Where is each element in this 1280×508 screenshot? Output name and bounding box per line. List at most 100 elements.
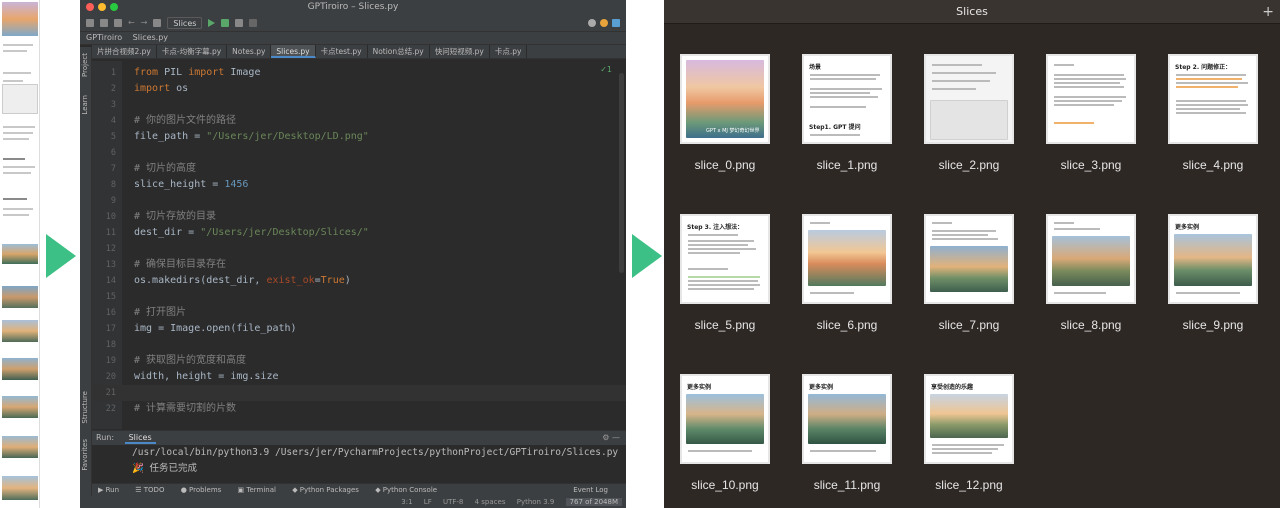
- back-icon[interactable]: ←: [128, 18, 135, 27]
- update-icon[interactable]: [600, 18, 608, 27]
- code-token: # 你的图片文件的路径: [134, 115, 237, 126]
- structure-tool-button[interactable]: Structure: [81, 391, 89, 424]
- code-line[interactable]: 22 # 计算需要切割的片数: [92, 401, 626, 417]
- file-name: slice_3.png: [1060, 158, 1122, 172]
- code-text: # 获取图片的宽度和高度: [134, 353, 246, 369]
- code-line[interactable]: 14 os.makedirs(dest_dir, exist_ok=True): [92, 273, 626, 289]
- code-line[interactable]: 18: [92, 337, 626, 353]
- code-line[interactable]: 12: [92, 241, 626, 257]
- run-tool-tab[interactable]: ▶ Run: [98, 486, 119, 494]
- indent-setting[interactable]: 4 spaces: [475, 498, 506, 506]
- settings-gear-icon[interactable]: ⚙ —: [602, 431, 620, 445]
- code-text: width, height = img.size: [134, 369, 279, 385]
- line-number: 11: [105, 228, 116, 238]
- code-line[interactable]: 20 width, height = img.size: [92, 369, 626, 385]
- code-editor[interactable]: 1 from PIL import Image 2 import os 3 4 # 你的图片…: [92, 61, 626, 429]
- file-thumbnail: [1046, 54, 1136, 144]
- debug-icon[interactable]: [221, 18, 230, 27]
- file-thumbnail: [1046, 214, 1136, 304]
- line-number: 20: [105, 372, 116, 382]
- save-icon[interactable]: [100, 18, 108, 27]
- line-number: 8: [110, 180, 116, 190]
- memory-indicator[interactable]: 767 of 2048M: [565, 498, 622, 506]
- code-line[interactable]: 5 file_path = "/Users/jer/Desktop/LD.png": [92, 129, 626, 145]
- python-console-tool-tab[interactable]: ◆ Python Console: [375, 486, 437, 494]
- code-line[interactable]: 6: [92, 145, 626, 161]
- tab-file[interactable]: 片拼合视频2.py: [92, 45, 157, 58]
- run-tab-slices[interactable]: Slices: [124, 433, 156, 444]
- code-line[interactable]: 10 # 切片存放的目录: [92, 209, 626, 225]
- breadcrumb-file[interactable]: Slices.py: [133, 33, 168, 42]
- code-line[interactable]: 16 # 打开图片: [92, 305, 626, 321]
- tab-file[interactable]: 卡点.py: [490, 45, 528, 58]
- code-line[interactable]: 4 # 你的图片文件的路径: [92, 113, 626, 129]
- stop-icon[interactable]: [249, 18, 258, 27]
- problems-tool-tab[interactable]: ● Problems: [181, 486, 222, 494]
- run-output: /usr/local/bin/python3.9 /Users/jer/Pych…: [92, 445, 626, 477]
- code-line[interactable]: 11 dest_dir = "/Users/jer/Desktop/Slices/…: [92, 225, 626, 241]
- finder-titlebar: Slices +: [664, 0, 1280, 24]
- terminal-tool-tab[interactable]: ▣ Terminal: [238, 486, 276, 494]
- coverage-icon[interactable]: [235, 18, 244, 27]
- status-bar: 3:1 LF UTF-8 4 spaces Python 3.9 767 of …: [80, 496, 626, 508]
- code-line[interactable]: 15: [92, 289, 626, 305]
- zoom-window-icon[interactable]: [110, 3, 118, 11]
- code-line[interactable]: 19 # 获取图片的宽度和高度: [92, 353, 626, 369]
- ide-window: GPTiroiro – Slices.py ← → Slices GPTiroi…: [80, 0, 626, 508]
- user-icon[interactable]: [153, 18, 162, 27]
- code-line[interactable]: 2 import os: [92, 81, 626, 97]
- search-icon[interactable]: [588, 18, 596, 27]
- code-line[interactable]: 3: [92, 97, 626, 113]
- editor-scrollbar[interactable]: [619, 73, 624, 273]
- breadcrumb-project[interactable]: GPTiroiro: [86, 33, 122, 42]
- code-line[interactable]: 9: [92, 193, 626, 209]
- minimize-window-icon[interactable]: [98, 3, 106, 11]
- editor-tabs: 片拼合视频2.py 卡点-均衡字幕.py Notes.py Slices.py …: [92, 45, 626, 59]
- line-number: 19: [105, 356, 116, 366]
- code-token: width, height = img.size: [134, 371, 279, 382]
- add-tab-icon[interactable]: +: [1262, 0, 1274, 24]
- close-window-icon[interactable]: [86, 3, 94, 11]
- tab-file[interactable]: 卡点-均衡字幕.py: [157, 45, 228, 58]
- code-line[interactable]: 8 slice_height = 1456: [92, 177, 626, 193]
- line-number: 18: [105, 340, 116, 350]
- open-folder-icon[interactable]: [86, 18, 94, 27]
- run-output-line: /usr/local/bin/python3.9 /Users/jer/Pych…: [132, 447, 619, 458]
- python-interpreter[interactable]: Python 3.9: [517, 498, 555, 506]
- forward-icon[interactable]: →: [141, 18, 148, 27]
- favorites-tool-button[interactable]: Favorites: [81, 439, 89, 471]
- long-image-preview: [0, 0, 40, 508]
- code-line[interactable]: 13 # 确保目标目录存在: [92, 257, 626, 273]
- file-encoding[interactable]: UTF-8: [443, 498, 463, 506]
- learn-tool-button[interactable]: Learn: [81, 95, 89, 115]
- code-line[interactable]: 21: [92, 385, 626, 401]
- code-line[interactable]: 17 img = Image.open(file_path): [92, 321, 626, 337]
- file-thumbnail: 更多实例: [802, 374, 892, 464]
- todo-tool-tab[interactable]: ☰ TODO: [135, 486, 164, 494]
- tab-file[interactable]: Notes.py: [227, 45, 272, 58]
- code-text: file_path = "/Users/jer/Desktop/LD.png": [134, 129, 369, 145]
- bottom-tool-tabs: ▶ Run ☰ TODO ● Problems ▣ Terminal ◆ Pyt…: [92, 483, 626, 496]
- line-separator[interactable]: LF: [424, 498, 432, 506]
- project-tool-button[interactable]: Project: [81, 53, 89, 77]
- code-text: slice_height = 1456: [134, 177, 248, 193]
- inspection-status[interactable]: ✓1: [600, 65, 612, 74]
- tab-file[interactable]: 卡点test.py: [316, 45, 368, 58]
- line-number: 6: [110, 148, 116, 158]
- code-line[interactable]: 1 from PIL import Image: [92, 65, 626, 81]
- code-token: # 获取图片的宽度和高度: [134, 355, 247, 366]
- tab-slices-active[interactable]: Slices.py: [271, 45, 316, 58]
- tab-file[interactable]: 快问短视频.py: [430, 45, 490, 58]
- run-configuration-select[interactable]: Slices: [167, 16, 203, 29]
- caret-position[interactable]: 3:1: [401, 498, 412, 506]
- python-packages-tool-tab[interactable]: ◆ Python Packages: [292, 486, 359, 494]
- tab-file[interactable]: Notion总结.py: [368, 45, 430, 58]
- run-icon[interactable]: [208, 18, 216, 27]
- line-number: 2: [110, 84, 116, 94]
- breadcrumb: GPTiroiro Slices.py: [80, 32, 626, 45]
- code-text: import os: [134, 81, 188, 97]
- sync-icon[interactable]: [114, 18, 122, 27]
- line-number: 12: [105, 244, 116, 254]
- code-text: # 打开图片: [134, 305, 186, 321]
- code-line[interactable]: 7 # 切片的高度: [92, 161, 626, 177]
